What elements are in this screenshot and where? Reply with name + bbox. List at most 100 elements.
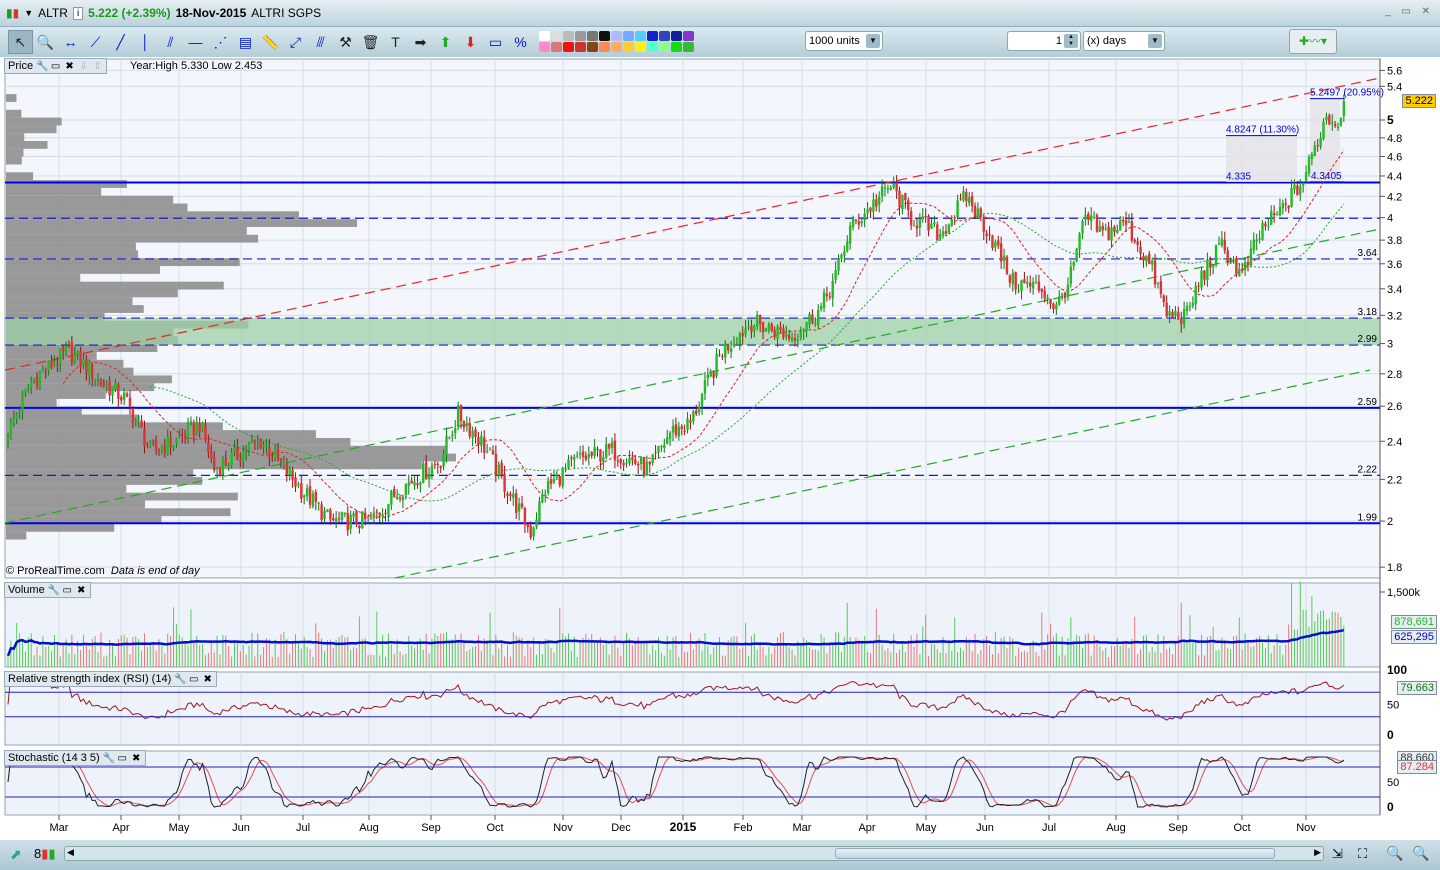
color-swatch[interactable] xyxy=(611,42,622,52)
x-axis-label: Feb xyxy=(734,822,753,834)
close-icon[interactable]: ✖ xyxy=(202,674,213,685)
vertical-line-icon[interactable]: │ xyxy=(133,30,158,54)
candle-body xyxy=(947,224,951,233)
color-swatch[interactable] xyxy=(539,31,550,41)
window-icon[interactable]: ▭ xyxy=(188,674,199,685)
scroll-right-icon[interactable]: ▶ xyxy=(1314,847,1321,858)
candle-body xyxy=(1182,309,1186,325)
parallel-icon[interactable]: ⫻ xyxy=(308,30,333,54)
units-select[interactable]: 1000 units ▼ xyxy=(805,31,883,51)
segment-icon[interactable]: ⟋ xyxy=(83,30,108,54)
color-swatch[interactable] xyxy=(635,31,646,41)
zoom-area-icon[interactable]: ⛶ xyxy=(1358,846,1367,862)
right-arrow-icon[interactable]: ➡ xyxy=(408,30,433,54)
window-icon[interactable]: ▭ xyxy=(117,753,128,764)
candle-body xyxy=(1119,220,1122,231)
close-icon[interactable]: ✖ xyxy=(131,753,142,764)
symbol-dropdown-icon[interactable]: ▼ xyxy=(24,8,33,18)
color-swatch[interactable] xyxy=(599,42,610,52)
color-swatch[interactable] xyxy=(563,31,574,41)
color-swatch[interactable] xyxy=(623,42,634,52)
zoom-in-icon[interactable]: 🔍 xyxy=(1412,845,1429,862)
window-icon[interactable]: ▭ xyxy=(50,61,61,72)
candle-body xyxy=(825,293,829,297)
trash-icon[interactable]: 🗑 xyxy=(358,30,383,54)
color-swatch[interactable] xyxy=(647,42,658,52)
pointer-icon[interactable]: ↖ xyxy=(8,30,33,54)
indicator-icon[interactable]: ▤ xyxy=(233,30,258,54)
color-swatch[interactable] xyxy=(659,31,670,41)
up-arrow-icon[interactable]: ⬆ xyxy=(433,30,458,54)
scroll-left-icon[interactable]: ◀ xyxy=(67,847,74,858)
symbol[interactable]: ALTR xyxy=(38,6,68,20)
color-swatch[interactable] xyxy=(575,42,586,52)
add-indicator-button[interactable]: ✚〰▾ xyxy=(1289,29,1337,54)
wrench-icon[interactable]: 🔧 xyxy=(36,61,48,72)
color-swatch[interactable] xyxy=(623,31,634,41)
candle-body xyxy=(1267,225,1270,227)
move-up-icon[interactable]: ⇧ xyxy=(92,61,103,72)
window-controls[interactable]: _ ▭ ✕ xyxy=(1385,6,1434,17)
zoom-icon[interactable]: 🔍 xyxy=(33,30,58,54)
color-swatch[interactable] xyxy=(587,31,598,41)
candle-body xyxy=(349,514,352,529)
scroll-thumb[interactable] xyxy=(835,848,1275,859)
horizontal-measure-icon[interactable]: ↔ xyxy=(58,30,83,54)
zoom-out-icon[interactable]: 🔍 xyxy=(1386,845,1403,862)
fan-icon[interactable]: ⋰ xyxy=(208,30,233,54)
arrow-segment-icon[interactable]: ⤢ xyxy=(283,30,308,54)
y-axis-label: 4.4 xyxy=(1387,171,1402,183)
close-icon[interactable]: ✖ xyxy=(64,61,75,72)
down-arrow-icon[interactable]: ⬇ xyxy=(458,30,483,54)
fit-icon[interactable]: ⇲ xyxy=(1332,846,1343,862)
x-axis-label: Oct xyxy=(486,822,503,834)
color-swatch[interactable] xyxy=(587,42,598,52)
color-swatch[interactable] xyxy=(683,42,694,52)
color-swatch[interactable] xyxy=(551,31,562,41)
text-icon[interactable]: T xyxy=(383,30,408,54)
percent-icon[interactable]: % xyxy=(508,30,533,54)
tools-icon[interactable]: ⚒ xyxy=(333,30,358,54)
period-input[interactable]: 1 ▲ ▼ xyxy=(1007,31,1081,51)
chart-export-icon[interactable]: ⬈ xyxy=(10,846,22,863)
rectangle-icon[interactable]: ▭ xyxy=(483,30,508,54)
color-swatch[interactable] xyxy=(551,42,562,52)
wrench-icon[interactable]: 🔧 xyxy=(103,753,115,764)
candle-body xyxy=(790,337,794,341)
chevron-down-icon[interactable]: ▼ xyxy=(866,34,880,48)
color-swatch[interactable] xyxy=(683,31,694,41)
candle-body xyxy=(497,464,500,476)
color-swatch[interactable] xyxy=(671,42,682,52)
color-swatch[interactable] xyxy=(539,42,550,52)
color-swatch[interactable] xyxy=(635,42,646,52)
color-swatch[interactable] xyxy=(647,31,658,41)
period-unit-select[interactable]: (x) days ▼ xyxy=(1083,31,1165,51)
wrench-icon[interactable]: 🔧 xyxy=(48,585,60,596)
horizontal-scrollbar[interactable]: ◀ ▶ xyxy=(64,846,1324,861)
chart-type-icon[interactable]: 8▮▮ xyxy=(34,846,56,862)
candlestick-icon[interactable]: ▮▮ xyxy=(6,6,19,20)
candle-body xyxy=(715,353,718,377)
color-swatch[interactable] xyxy=(599,31,610,41)
chevron-down-icon[interactable]: ▼ xyxy=(1148,34,1162,48)
wrench-icon[interactable]: 🔧 xyxy=(174,674,186,685)
stepper-icon[interactable]: ▲ ▼ xyxy=(1064,34,1078,48)
ruler-icon[interactable]: 📏 xyxy=(258,30,283,54)
chart-svg[interactable]: Mar Apr May Jun Jul Aug Sep Oct Nov Dec 2015 Feb Mar… xyxy=(0,57,1440,840)
candle-body xyxy=(840,254,843,259)
y-axis-label: 4 xyxy=(1387,213,1393,225)
window-icon[interactable]: ▭ xyxy=(62,585,73,596)
color-swatch[interactable] xyxy=(671,31,682,41)
horizontal-line-icon[interactable]: — xyxy=(183,30,208,54)
color-swatch[interactable] xyxy=(659,42,670,52)
color-swatch[interactable] xyxy=(563,42,574,52)
color-swatch[interactable] xyxy=(575,31,586,41)
candle-body xyxy=(102,382,106,386)
line-icon[interactable]: ╱ xyxy=(108,30,133,54)
info-icon[interactable]: i xyxy=(72,6,84,20)
move-down-icon[interactable]: ⇩ xyxy=(78,61,89,72)
close-icon[interactable]: ✖ xyxy=(76,585,87,596)
channel-icon[interactable]: ⫽ xyxy=(158,30,183,54)
color-swatch[interactable] xyxy=(611,31,622,41)
candle-body xyxy=(73,353,76,363)
